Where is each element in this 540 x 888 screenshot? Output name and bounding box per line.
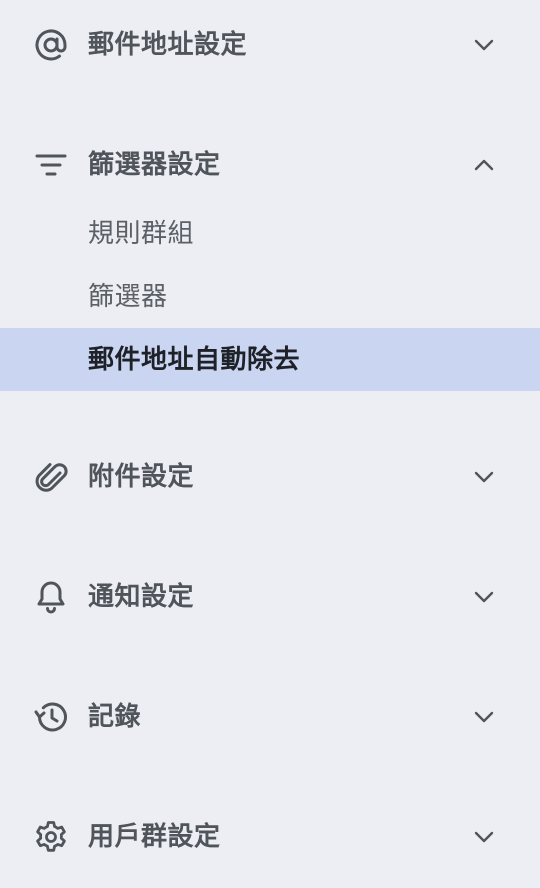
history-icon (33, 699, 69, 735)
section-user-group-settings[interactable]: 用戶群設定 (0, 807, 540, 867)
section-notification-settings[interactable]: 通知設定 (0, 567, 540, 627)
section-logs[interactable]: 記錄 (0, 687, 540, 747)
sub-item-label: 規則群組 (88, 218, 195, 249)
sub-item-label: 郵件地址自動除去 (88, 344, 301, 375)
at-sign-icon (33, 27, 69, 63)
section-label: 篩選器設定 (88, 150, 221, 180)
chevron-down-icon (469, 30, 499, 60)
sub-item-address-auto-removal[interactable]: 郵件地址自動除去 (0, 328, 540, 391)
section-email-address-settings[interactable]: 郵件地址設定 (0, 15, 540, 75)
paperclip-icon (33, 459, 69, 495)
section-label: 記錄 (88, 702, 142, 732)
bell-icon (33, 579, 69, 615)
sub-item-label: 篩選器 (88, 281, 168, 312)
gear-icon (33, 819, 69, 855)
section-filter-settings[interactable]: 篩選器設定 (0, 135, 540, 195)
section-label: 通知設定 (88, 582, 195, 612)
chevron-up-icon (469, 150, 499, 180)
chevron-down-icon (469, 582, 499, 612)
section-label: 用戶群設定 (88, 822, 221, 852)
chevron-down-icon (469, 462, 499, 492)
settings-menu: 郵件地址設定 篩選器設定 規則群組 篩選器 郵件地址自動除去 附件設定 通知設定… (0, 0, 540, 888)
filter-icon (33, 147, 69, 183)
section-label: 附件設定 (88, 462, 195, 492)
section-attachment-settings[interactable]: 附件設定 (0, 447, 540, 507)
chevron-down-icon (469, 822, 499, 852)
sub-item-rule-groups[interactable]: 規則群組 (0, 202, 540, 265)
chevron-down-icon (469, 702, 499, 732)
section-label: 郵件地址設定 (88, 30, 248, 60)
sub-item-filters[interactable]: 篩選器 (0, 265, 540, 328)
